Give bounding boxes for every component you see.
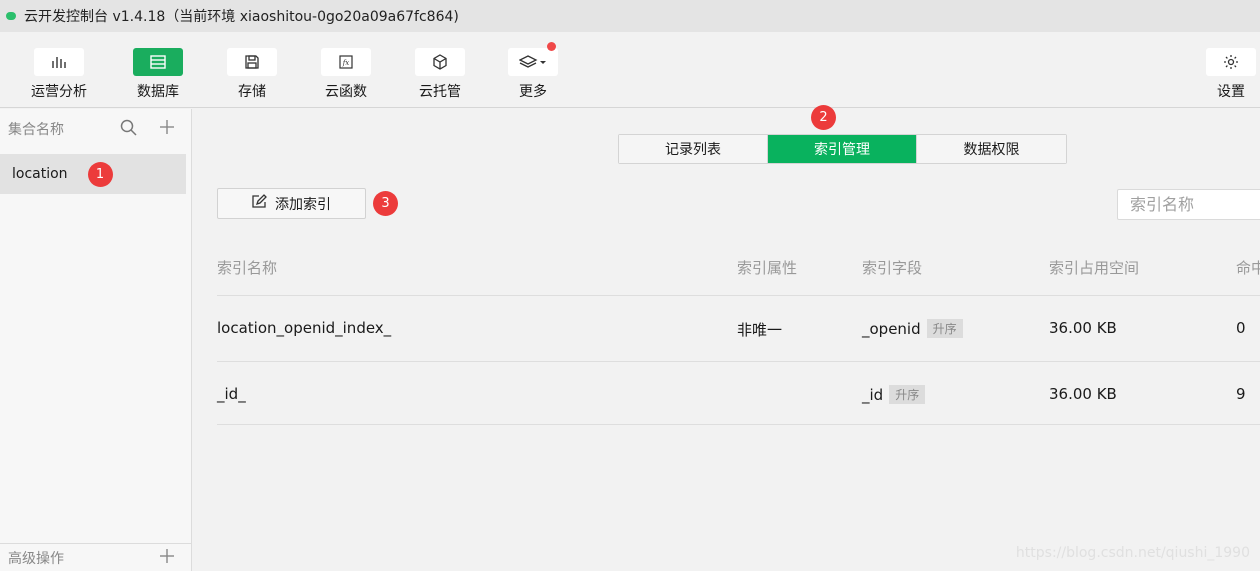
column-header-hits: 命中 xyxy=(1236,259,1260,277)
svg-text:fx: fx xyxy=(342,59,350,67)
index-size: 36.00 KB xyxy=(1049,385,1117,403)
step-badge: 1 xyxy=(87,161,113,187)
sort-order-tag: 升序 xyxy=(889,385,926,404)
index-search-input[interactable] xyxy=(1117,189,1260,220)
tab-index-management[interactable]: 索引管理 xyxy=(768,135,917,163)
toolbar-label: 运营分析 xyxy=(31,84,87,100)
toolbar-analytics[interactable]: 运营分析 xyxy=(24,48,94,101)
index-name: location_openid_index_ xyxy=(217,319,392,337)
collection-sidebar: 集合名称 location 1 高级操作 xyxy=(0,109,192,571)
add-icon[interactable] xyxy=(159,548,175,568)
toolbar-label: 更多 xyxy=(519,84,547,100)
field-name: _id xyxy=(862,386,884,404)
toolbar-label: 存储 xyxy=(238,84,266,100)
toolbar-functions[interactable]: fx 云函数 xyxy=(311,48,381,101)
column-header-field: 索引字段 xyxy=(862,259,923,277)
toolbar-label: 设置 xyxy=(1217,84,1245,100)
watermark: https://blog.csdn.net/qiushi_1990 xyxy=(1015,545,1250,561)
index-name: _id_ xyxy=(217,385,246,403)
step-badge: 3 xyxy=(373,191,398,216)
index-field: _id 升序 xyxy=(862,385,926,404)
notification-dot xyxy=(547,42,556,51)
cube-icon[interactable] xyxy=(415,48,465,76)
divider xyxy=(217,424,1260,425)
toolbar: 运营分析 数据库 存储 fx 云函数 云托管 更多 设置 xyxy=(0,32,1260,108)
function-icon[interactable]: fx xyxy=(321,48,371,76)
divider xyxy=(217,361,1260,362)
edit-icon xyxy=(252,194,267,213)
tab-records[interactable]: 记录列表 xyxy=(619,135,768,163)
database-icon[interactable] xyxy=(133,48,183,76)
layers-icon[interactable] xyxy=(508,48,558,76)
step-badge: 2 xyxy=(811,105,836,130)
tab-permissions[interactable]: 数据权限 xyxy=(917,135,1066,163)
toolbar-database[interactable]: 数据库 xyxy=(123,48,193,101)
sidebar-item-location[interactable]: location 1 xyxy=(0,154,186,194)
main-panel: 2 记录列表 索引管理 数据权限 添加索引 3 索引名称 索引属性 索引字段 索… xyxy=(192,105,1260,571)
app-logo-icon xyxy=(4,9,18,23)
window-title: 云开发控制台 v1.4.18（当前环境 xiaoshitou-0go20a09a… xyxy=(24,9,459,25)
toolbar-label: 数据库 xyxy=(137,84,179,100)
gear-icon[interactable] xyxy=(1206,48,1256,76)
index-hits: 9 xyxy=(1236,385,1246,403)
title-bar: 云开发控制台 v1.4.18（当前环境 xiaoshitou-0go20a09a… xyxy=(0,0,1260,32)
index-field: _openid 升序 xyxy=(862,319,963,338)
tab-group: 记录列表 索引管理 数据权限 xyxy=(618,134,1067,164)
divider xyxy=(217,295,1260,296)
bar-chart-icon[interactable] xyxy=(34,48,84,76)
column-header-attr: 索引属性 xyxy=(737,259,798,277)
index-attr: 非唯一 xyxy=(737,321,783,339)
index-size: 36.00 KB xyxy=(1049,319,1117,337)
column-header-size: 索引占用空间 xyxy=(1049,259,1140,277)
toolbar-hosting[interactable]: 云托管 xyxy=(405,48,475,101)
toolbar-storage[interactable]: 存储 xyxy=(217,48,287,101)
toolbar-label: 云托管 xyxy=(419,84,461,100)
toolbar-label: 云函数 xyxy=(325,84,367,100)
sort-order-tag: 升序 xyxy=(926,319,963,338)
index-hits: 0 xyxy=(1236,319,1246,337)
sidebar-title: 集合名称 xyxy=(8,122,64,138)
add-index-label: 添加索引 xyxy=(275,196,331,213)
sidebar-footer[interactable]: 高级操作 xyxy=(0,543,191,571)
floppy-disk-icon[interactable] xyxy=(227,48,277,76)
add-index-button[interactable]: 添加索引 xyxy=(217,188,366,219)
toolbar-more[interactable]: 更多 xyxy=(498,42,568,101)
field-name: _openid xyxy=(862,320,921,338)
collection-name: location xyxy=(12,166,68,182)
search-icon[interactable] xyxy=(120,119,137,140)
toolbar-settings[interactable]: 设置 xyxy=(1196,48,1260,101)
column-header-name: 索引名称 xyxy=(217,259,278,277)
advanced-ops-label: 高级操作 xyxy=(8,550,64,567)
add-collection-icon[interactable] xyxy=(159,119,175,139)
sidebar-header: 集合名称 xyxy=(0,109,191,149)
